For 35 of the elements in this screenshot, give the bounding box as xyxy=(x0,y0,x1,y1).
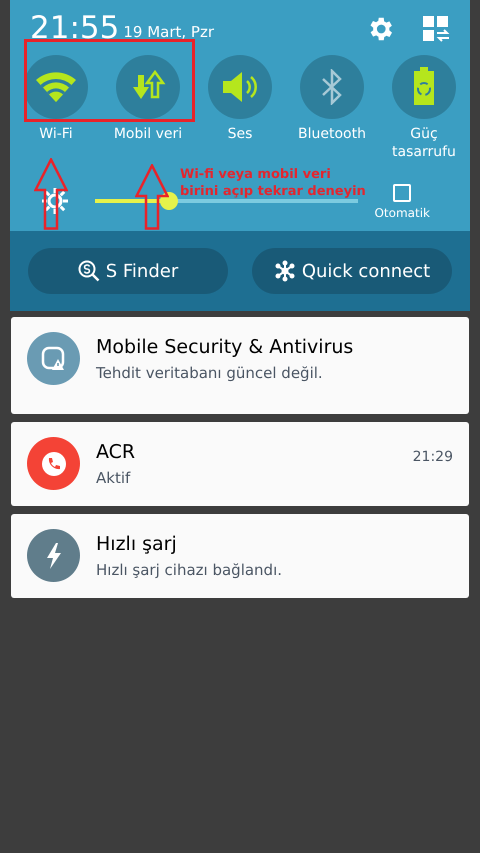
network-icon xyxy=(274,260,296,282)
notification-card[interactable]: Hızlı şarj Hızlı şarj cihazı bağlandı. xyxy=(11,514,469,598)
speaker-icon xyxy=(220,69,260,105)
toggle-label: Güç tasarrufu xyxy=(391,125,457,161)
notification-card[interactable]: ACR Aktif 21:29 xyxy=(11,422,469,506)
toggle-label: Bluetooth xyxy=(298,125,366,143)
clock-time: 21:55 xyxy=(30,13,120,44)
notification-title: ACR xyxy=(96,440,136,465)
date-text: 19 Mart, Pzr xyxy=(123,22,214,44)
search-icon xyxy=(78,260,100,282)
notification-title: Hızlı şarj xyxy=(96,532,178,557)
arrow-up-icon xyxy=(135,164,169,230)
auto-checkbox[interactable] xyxy=(393,184,412,202)
wifi-icon xyxy=(36,72,76,102)
connect-button[interactable]: Quick connect xyxy=(252,248,452,294)
shield-alert-icon xyxy=(40,346,66,372)
toggle-label: Mobil veri xyxy=(114,125,182,143)
notification-text: Aktif xyxy=(96,468,132,489)
toggle-label: Wi-Fi xyxy=(39,125,73,143)
finder-button[interactable]: S Finder xyxy=(28,248,228,294)
notification-title: Mobile Security & Antivirus xyxy=(96,335,354,360)
notification-text: Hızlı şarj cihazı bağlandı. xyxy=(96,560,284,581)
notification-card[interactable]: Mobile Security & Antivirus Tehdit veritabanı güncel değil. xyxy=(11,317,469,414)
grid-edit-icon[interactable] xyxy=(422,14,450,42)
annotation-text: birini açıp tekrar deneyin xyxy=(180,183,366,200)
arrow-up-icon xyxy=(34,158,68,230)
auto-label: Otomatik xyxy=(374,205,430,222)
toggle-label: Ses xyxy=(228,125,252,143)
battery-recycle-icon xyxy=(412,67,436,107)
brightness-icon xyxy=(40,186,70,216)
notification-text: Tehdit veritabanı güncel değil. xyxy=(96,363,324,384)
phone-icon xyxy=(40,450,66,476)
bluetooth-icon xyxy=(320,69,344,105)
notification-time: 21:29 xyxy=(412,448,453,467)
annotation-text: Wi-fi veya mobil veri xyxy=(180,166,332,183)
